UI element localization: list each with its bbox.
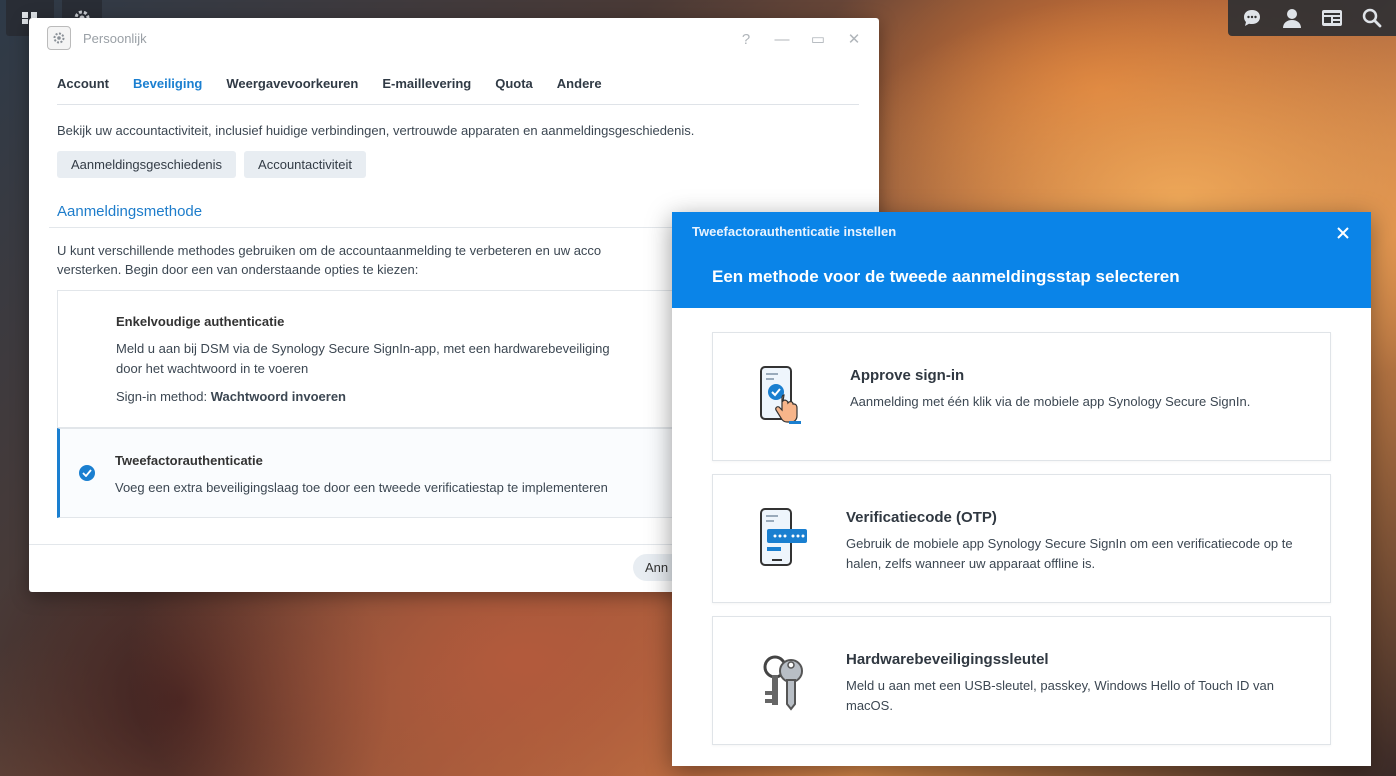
method-label: Sign-in method: [116,389,208,404]
tab-account[interactable]: Account [57,76,109,104]
tab-quota[interactable]: Quota [495,76,533,104]
method-hardware-title: Hardwarebeveiligingssleutel [846,651,1049,668]
option-single-title: Enkelvoudige authenticatie [116,314,285,329]
option-two-factor-text: Voeg een extra beveiligingslaag toe door… [115,480,608,495]
account-activity-button[interactable]: Accountactiviteit [244,151,366,178]
chat-icon [1244,10,1260,26]
method-hardware-key[interactable]: Hardwarebeveiligingssleutel Meld u aan m… [712,616,1331,745]
widgets-icon [1322,10,1342,26]
personal-app-icon [47,26,71,50]
user-button[interactable] [1280,6,1304,30]
tab-bar: Account Beveiliging Weergavevoorkeuren E… [57,76,859,105]
dialog-close-button[interactable] [1333,223,1353,243]
security-description: Bekijk uw accountactiviteit, inclusief h… [57,123,695,138]
method-hardware-text: Meld u aan met een USB-sleutel, passkey,… [846,678,1275,713]
option-single-factor[interactable]: Enkelvoudige authenticatie Meld u aan bi… [57,290,677,428]
two-factor-dialog: Tweefactorauthenticatie instellen Een me… [672,212,1371,766]
option-two-factor[interactable]: Tweefactorauthenticatie Voeg een extra b… [57,428,677,518]
option-single-text-2: door het wachtwoord in te voeren [116,361,309,376]
close-icon [1337,227,1349,239]
user-icon [1283,9,1301,28]
dialog-header: Tweefactorauthenticatie instellen Een me… [672,212,1371,308]
close-button[interactable]: ✕ [843,28,865,50]
maximize-button[interactable]: ▭ [807,28,829,50]
keys-icon [763,655,803,711]
section-title: Aanmeldingsmethode [57,203,203,220]
section-description-line-1: U kunt verschillende methodes gebruiken … [57,243,602,258]
dialog-heading: Een methode voor de tweede aanmeldingsst… [712,267,1180,286]
tab-email-delivery[interactable]: E-maillevering [382,76,471,104]
chat-button[interactable] [1240,6,1264,30]
window-title: Persoonlijk [83,30,147,46]
phone-code-icon [760,508,807,566]
option-two-factor-title: Tweefactorauthenticatie [115,453,263,468]
sign-in-history-button[interactable]: Aanmeldingsgeschiedenis [57,151,237,178]
sign-in-options: Enkelvoudige authenticatie Meld u aan bi… [57,290,677,518]
activity-buttons: Aanmeldingsgeschiedenis Accountactivitei… [57,151,366,178]
method-approve-text: Aanmelding met één klik via de mobiele a… [850,394,1251,409]
search-icon [1362,8,1382,28]
tab-security[interactable]: Beveiliging [133,76,202,104]
method-approve-sign-in[interactable]: Approve sign-in Aanmelding met één klik … [712,332,1331,461]
option-single-text-1: Meld u aan bij DSM via de Synology Secur… [116,341,610,356]
tab-display-preferences[interactable]: Weergavevoorkeuren [226,76,358,104]
taskbar-right [1228,0,1396,36]
search-button[interactable] [1360,6,1384,30]
phone-tap-icon [760,366,801,424]
method-value: Wachtwoord invoeren [210,389,346,404]
check-circle-icon [79,465,95,481]
minimize-button[interactable]: — [771,28,793,50]
method-otp[interactable]: Verificatiecode (OTP) Gebruik de mobiele… [712,474,1331,603]
method-otp-text: Gebruik de mobiele app Synology Secure S… [846,536,1293,571]
gear-icon [53,32,65,44]
widgets-button[interactable] [1320,6,1344,30]
dialog-window-title: Tweefactorauthenticatie instellen [692,224,897,239]
help-button[interactable]: ? [735,28,757,50]
option-single-method: Sign-in method: Wachtwoord invoeren [116,387,346,407]
section-description-line-2: versterken. Begin door een van onderstaa… [57,262,419,277]
method-approve-title: Approve sign-in [850,367,965,384]
method-otp-title: Verificatiecode (OTP) [846,509,997,526]
window-controls: ? — ▭ ✕ [735,28,865,50]
tab-other[interactable]: Andere [557,76,602,104]
section-description: U kunt verschillende methodes gebruiken … [57,241,697,279]
